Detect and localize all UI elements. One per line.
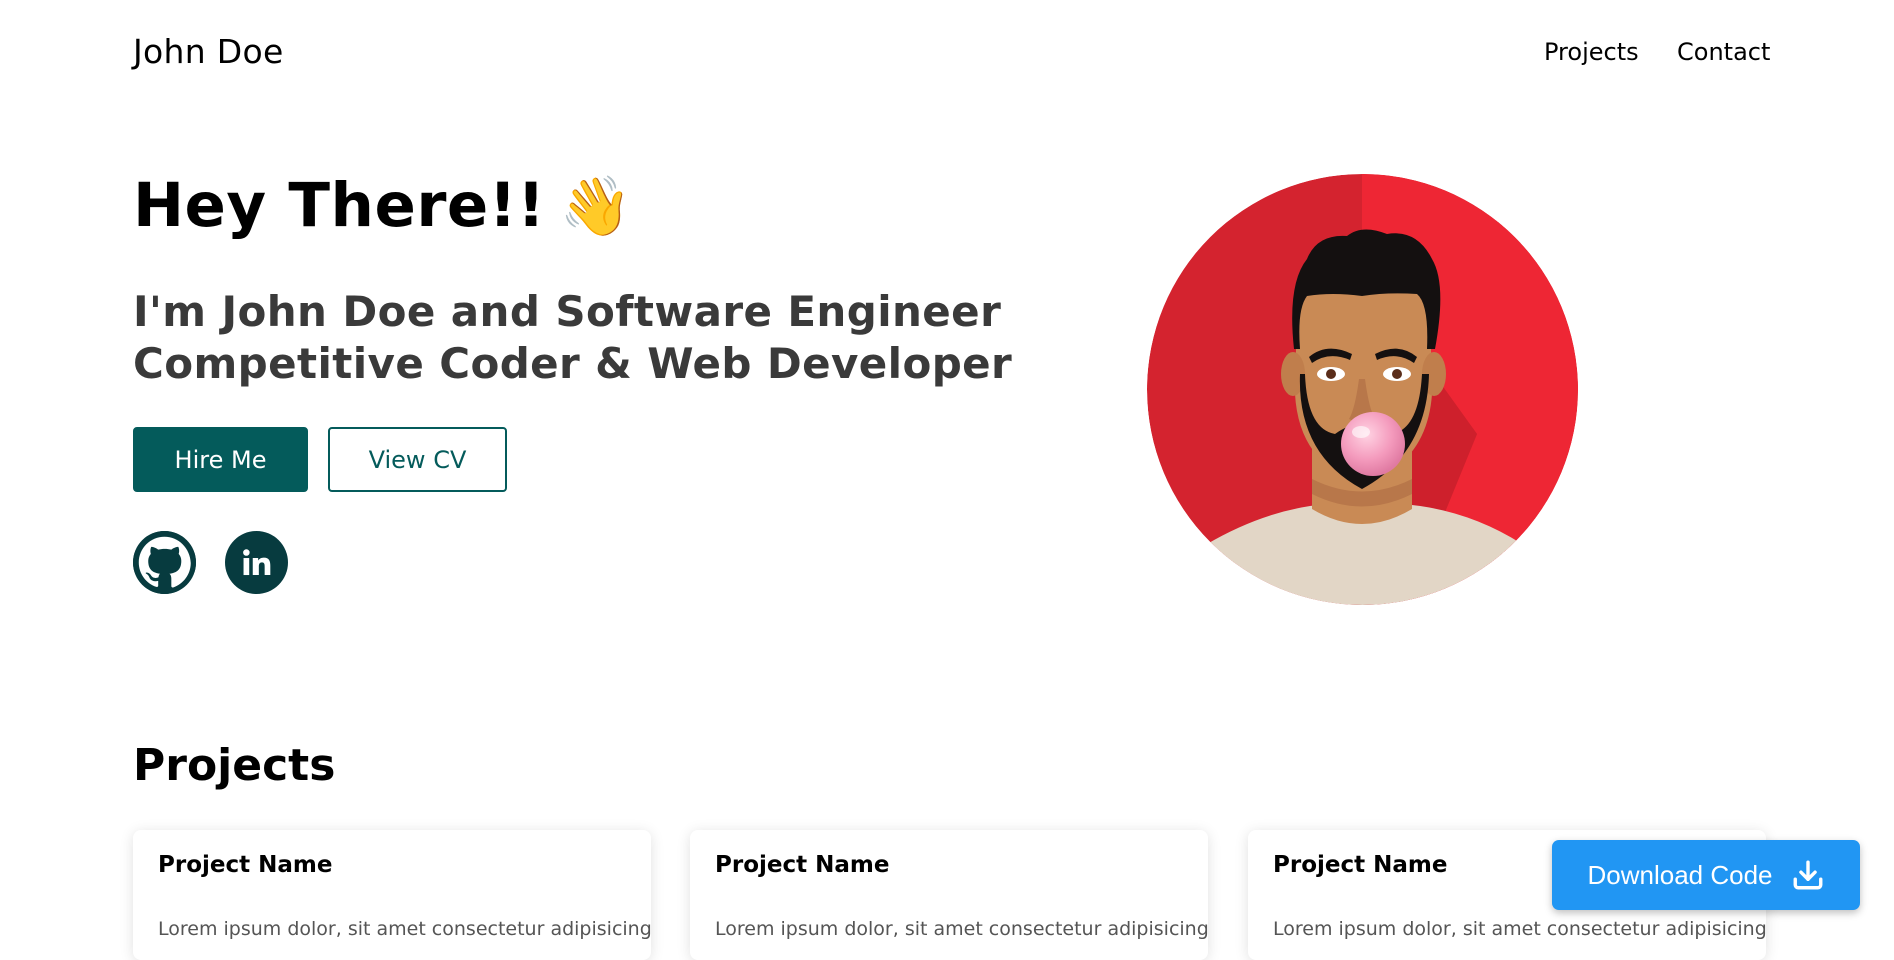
hero-subtitle: I'm John Doe and Software Engineer Compe…: [133, 286, 1033, 390]
download-icon: [1791, 858, 1825, 892]
download-code-label: Download Code: [1587, 859, 1773, 890]
waving-hand-icon: 👋: [559, 172, 633, 240]
hero-subtitle-line-1: I'm John Doe and Software Engineer: [133, 287, 1002, 336]
github-icon: [133, 531, 196, 594]
project-card-text: Lorem ipsum dolor, sit amet consectetur …: [1273, 918, 1767, 940]
hero-subtitle-line-2: Competitive Coder & Web Developer: [133, 339, 1013, 388]
hero-greeting-text: Hey There!!: [133, 170, 546, 241]
download-code-button[interactable]: Download Code: [1552, 840, 1860, 910]
project-card-text: Lorem ipsum dolor, sit amet consectetur …: [715, 918, 1209, 940]
project-card-text: Lorem ipsum dolor, sit amet consectetur …: [158, 918, 652, 940]
avatar-illustration: [1147, 174, 1578, 605]
github-link[interactable]: [133, 531, 196, 594]
project-card-title: Project Name: [715, 852, 890, 878]
nav-link-contact[interactable]: Contact: [1677, 38, 1770, 66]
view-cv-button[interactable]: View CV: [328, 427, 507, 492]
hero-greeting: Hey There!! 👋: [133, 170, 632, 241]
navbar: John Doe Projects Contact: [0, 0, 1894, 106]
projects-section-title: Projects: [133, 740, 336, 791]
hire-me-button[interactable]: Hire Me: [133, 427, 308, 492]
linkedin-link[interactable]: [225, 531, 288, 594]
project-card-title: Project Name: [1273, 852, 1448, 878]
avatar-svg: [1147, 174, 1578, 605]
nav-link-projects[interactable]: Projects: [1544, 38, 1639, 66]
project-card[interactable]: Project Name Lorem ipsum dolor, sit amet…: [690, 830, 1209, 960]
project-card[interactable]: Project Name Lorem ipsum dolor, sit amet…: [133, 830, 652, 960]
linkedin-icon: [242, 548, 270, 575]
brand-logo[interactable]: John Doe: [133, 32, 284, 71]
project-card-title: Project Name: [158, 852, 333, 878]
